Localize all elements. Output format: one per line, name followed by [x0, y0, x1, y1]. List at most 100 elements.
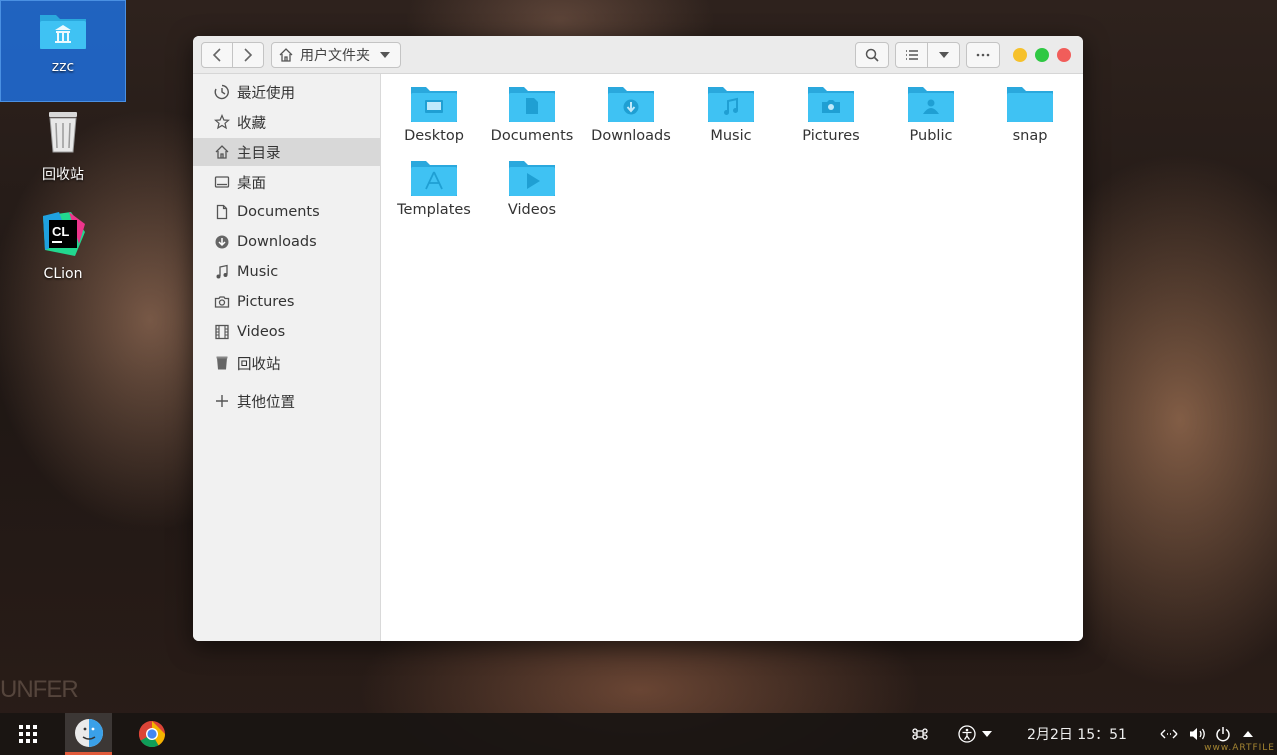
volume-icon: [1190, 728, 1205, 740]
desktop-icon-trash[interactable]: 回收站: [0, 108, 126, 184]
file-item-downloads[interactable]: Downloads: [583, 84, 679, 144]
forward-button[interactable]: [232, 42, 264, 68]
sidebar-item-downloads[interactable]: Downloads: [193, 228, 380, 256]
svg-text:CL: CL: [52, 224, 69, 239]
recent-icon: [213, 83, 231, 101]
file-item-music[interactable]: Music: [683, 84, 779, 144]
file-manager-window: 用户文件夹 最近使用 收藏 主目录 桌面 Documents Downloads…: [193, 36, 1083, 641]
accessibility-icon: [958, 725, 976, 743]
accessibility-menu-button[interactable]: [952, 713, 998, 755]
file-item-snap[interactable]: snap: [982, 84, 1078, 144]
document-icon: [213, 203, 231, 221]
sidebar-item-starred[interactable]: 收藏: [193, 108, 380, 136]
finder-icon: [74, 718, 103, 747]
back-button[interactable]: [201, 42, 233, 68]
file-item-templates[interactable]: Templates: [386, 158, 482, 218]
sidebar-item-desktop[interactable]: 桌面: [193, 168, 380, 196]
sidebar-item-label: Music: [237, 264, 279, 280]
music-icon: [213, 263, 231, 281]
download-icon: [213, 233, 231, 251]
folder-pictures-icon: [808, 87, 854, 122]
caret-down-icon: [380, 52, 390, 58]
folder-downloads-icon: [608, 87, 654, 122]
app-launcher-button[interactable]: [8, 713, 48, 755]
sidebar-item-home[interactable]: 主目录: [193, 138, 380, 166]
sidebar-item-pictures[interactable]: Pictures: [193, 288, 380, 316]
file-label: Pictures: [802, 128, 860, 144]
sidebar-item-label: Videos: [237, 324, 286, 340]
keyboard-layout-button[interactable]: [906, 713, 934, 755]
sidebar-item-music[interactable]: Music: [193, 258, 380, 286]
search-button[interactable]: [855, 42, 889, 68]
list-icon: [905, 50, 918, 60]
caret-down-icon: [982, 731, 992, 737]
sidebar-item-videos[interactable]: Videos: [193, 318, 380, 346]
close-button[interactable]: [1057, 48, 1071, 62]
clion-icon: CL: [43, 212, 85, 256]
file-label: Downloads: [591, 128, 671, 144]
sidebar-item-label: Downloads: [237, 234, 317, 250]
network-indicator[interactable]: [1156, 713, 1182, 755]
headerbar: 用户文件夹: [193, 36, 1083, 74]
chrome-icon: [138, 720, 165, 748]
sidebar-item-trash[interactable]: 回收站: [193, 349, 380, 377]
clock[interactable]: 2月2日 15：51: [1020, 713, 1134, 755]
places-sidebar: 最近使用 收藏 主目录 桌面 Documents Downloads Music: [193, 74, 381, 641]
chevron-right-icon: [244, 48, 253, 62]
sidebar-item-label: Documents: [237, 204, 320, 220]
taskbar-chrome-app[interactable]: [128, 713, 175, 755]
file-item-desktop[interactable]: Desktop: [386, 84, 482, 144]
file-label: snap: [1012, 128, 1048, 144]
wallpaper-watermark: www.ARTFILE: [1204, 743, 1275, 753]
folder-home-icon: [40, 15, 86, 49]
plus-icon: [213, 392, 231, 410]
desktop-icon-clion[interactable]: CL CLion: [0, 210, 126, 282]
folder-documents-icon: [509, 87, 555, 122]
maximize-button[interactable]: [1035, 48, 1049, 62]
sidebar-item-label: 收藏: [237, 115, 266, 132]
file-label: Templates: [397, 202, 471, 218]
folder-desktop-icon: [411, 87, 457, 122]
file-item-documents[interactable]: Documents: [484, 84, 580, 144]
caret-down-icon: [938, 52, 949, 58]
sidebar-item-recent[interactable]: 最近使用: [193, 78, 380, 106]
folder-templates-icon: [411, 161, 457, 196]
sidebar-item-label: 主目录: [237, 145, 281, 162]
folder-icon: [1007, 87, 1053, 122]
sidebar-item-other-locations[interactable]: 其他位置: [193, 387, 380, 415]
minimize-button[interactable]: [1013, 48, 1027, 62]
file-view: Desktop Documents Downloads Music Pictur…: [381, 74, 1083, 641]
network-wired-icon: [1160, 729, 1178, 739]
sidebar-item-label: Pictures: [237, 294, 295, 310]
folder-music-icon: [708, 87, 754, 122]
file-label: Videos: [507, 202, 557, 218]
film-icon: [213, 323, 231, 341]
wallpaper-watermark: UNFER: [0, 676, 79, 703]
camera-icon: [213, 293, 231, 311]
desktop-icon-zzc[interactable]: zzc: [0, 0, 126, 102]
command-icon: [912, 728, 928, 740]
file-item-videos[interactable]: Videos: [484, 158, 580, 218]
file-label: Documents: [490, 128, 574, 144]
desktop-icon-label: zzc: [51, 59, 75, 75]
file-label: Music: [710, 128, 752, 144]
file-label: Public: [909, 128, 953, 144]
file-item-public[interactable]: Public: [883, 84, 979, 144]
taskbar-files-app[interactable]: [65, 713, 112, 755]
search-icon: [865, 48, 879, 62]
sidebar-item-label: 桌面: [237, 175, 266, 192]
power-icon: [1216, 727, 1230, 742]
trash-icon: [213, 354, 231, 372]
sidebar-item-label: 最近使用: [237, 85, 295, 102]
view-options-button[interactable]: [927, 42, 960, 68]
file-label: Desktop: [404, 128, 464, 144]
folder-public-icon: [908, 87, 954, 122]
more-icon: [976, 53, 990, 57]
view-list-button[interactable]: [895, 42, 928, 68]
sidebar-item-documents[interactable]: Documents: [193, 198, 380, 226]
folder-videos-icon: [509, 161, 555, 196]
trash-icon: [49, 112, 77, 153]
path-bar-home[interactable]: 用户文件夹: [271, 42, 401, 68]
file-item-pictures[interactable]: Pictures: [783, 84, 879, 144]
menu-button[interactable]: [966, 42, 1000, 68]
